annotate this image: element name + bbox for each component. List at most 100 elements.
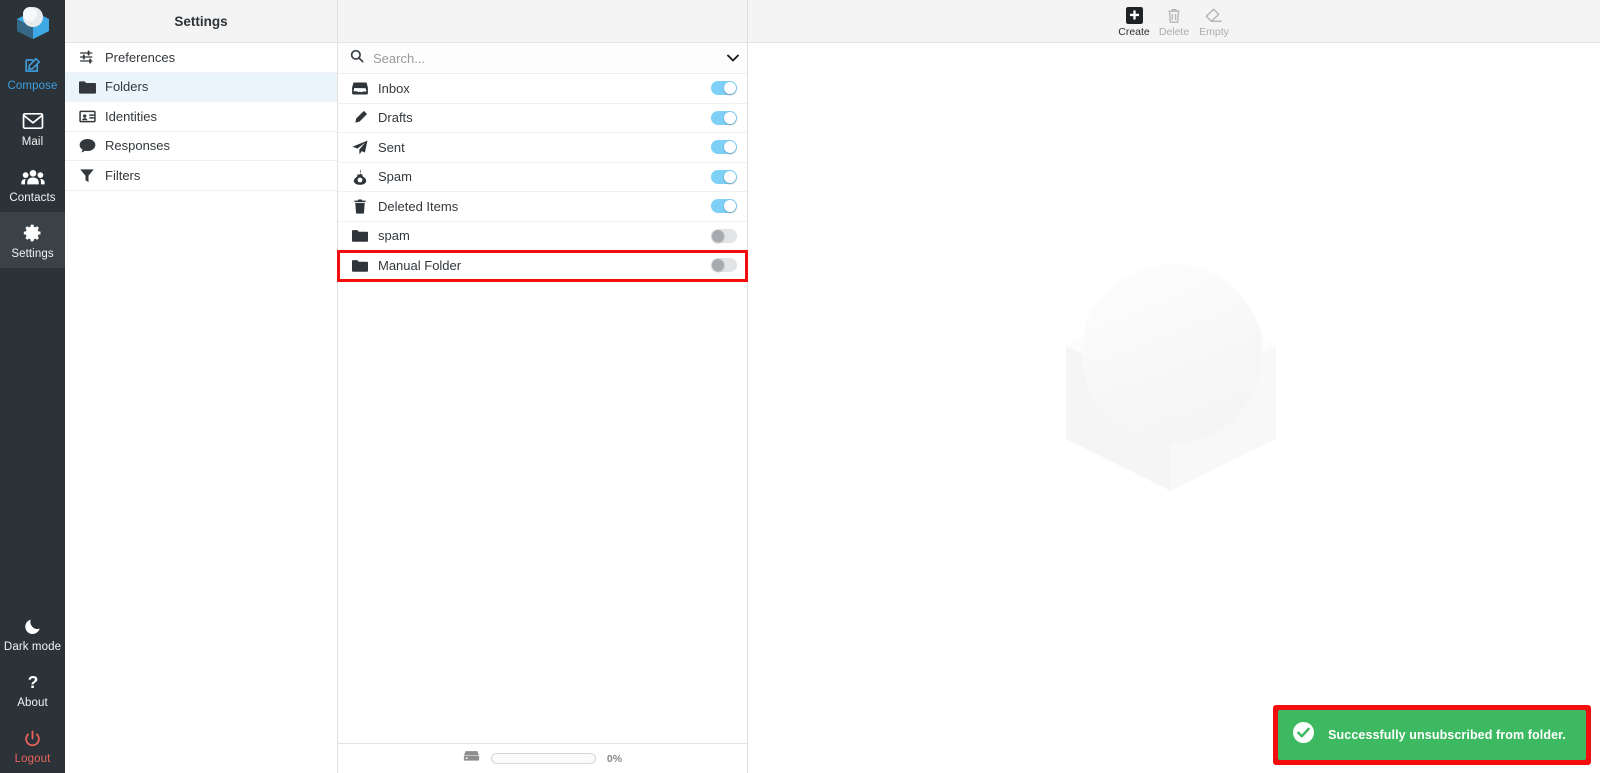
folder-row-deleted-items[interactable]: Deleted Items [338,192,747,222]
taskbar-item-mail[interactable]: Mail [0,100,65,156]
delete-button[interactable]: Delete [1154,4,1194,38]
folder-subscribe-toggle-spam-system[interactable] [711,170,737,184]
funnel-icon [78,168,96,183]
quota-progress-bar [491,753,596,764]
empty-button[interactable]: Empty [1194,4,1234,38]
folders-panel: Inbox Drafts Sent [338,0,748,773]
sidebar-label-responses: Responses [105,138,170,153]
folder-label-spam: spam [378,228,701,243]
taskbar-label-contacts: Contacts [9,192,55,205]
sliders-icon [78,49,96,65]
plus-box-icon [1126,6,1143,25]
folders-panel-header [338,0,747,43]
sidebar-label-preferences: Preferences [105,50,175,65]
chevron-down-icon[interactable] [727,49,739,67]
quota-status-bar: 0% [338,743,747,773]
taskbar-label-dark-mode: Dark mode [4,641,61,654]
notification-toast-highlight: Successfully unsubscribed from folder. [1273,705,1591,765]
sidebar-label-folders: Folders [105,79,148,94]
delete-button-label: Delete [1159,26,1189,38]
folder-icon [352,229,368,242]
mail-icon [22,109,44,133]
trash-icon [1167,6,1181,25]
check-circle-icon [1292,721,1315,749]
empty-box-watermark [1036,246,1306,501]
folder-search-row [338,43,747,74]
folder-subscribe-toggle-inbox[interactable] [711,81,737,95]
folder-row-manual-folder[interactable]: Manual Folder [338,251,747,281]
taskbar-label-about: About [17,697,48,710]
empty-button-label: Empty [1199,26,1229,38]
folder-label-manual-folder: Manual Folder [378,258,701,273]
inbox-icon [352,82,368,95]
taskbar-item-logout[interactable]: Logout [0,717,65,773]
notification-toast[interactable]: Successfully unsubscribed from folder. [1278,710,1586,760]
gear-icon [23,221,43,245]
question-icon: ? [23,670,43,694]
folder-subscribe-toggle-sent[interactable] [711,140,737,154]
power-icon [23,726,42,750]
taskbar-item-compose[interactable]: Compose [0,44,65,100]
svg-text:?: ? [27,672,38,692]
page-title: Settings [174,14,227,29]
create-button-label: Create [1118,26,1150,38]
disk-icon [463,750,480,768]
main-content: Create Delete [748,0,1600,773]
taskbar-label-compose: Compose [8,80,58,93]
eraser-icon [1205,6,1223,25]
sidebar-item-responses[interactable]: Responses [65,132,337,162]
folder-row-spam[interactable]: spam [338,222,747,252]
settings-menu-list: Preferences Folders [65,43,337,191]
trash-icon [352,199,368,214]
folder-subscribe-toggle-drafts[interactable] [711,111,737,125]
folder-label-drafts: Drafts [378,110,701,125]
sidebar-label-identities: Identities [105,109,157,124]
folder-subscribe-toggle-spam[interactable] [711,229,737,243]
roundcube-logo [0,0,65,44]
compose-icon [23,53,42,77]
folder-label-deleted-items: Deleted Items [378,199,701,214]
taskbar-label-logout: Logout [15,753,51,766]
contacts-icon [21,165,45,189]
folder-label-inbox: Inbox [378,81,701,96]
folder-actions-toolbar: Create Delete [748,0,1600,43]
taskbar-item-dark-mode[interactable]: Dark mode [0,605,65,661]
folder-row-sent[interactable]: Sent [338,133,747,163]
taskbar-label-settings: Settings [11,248,53,261]
folder-label-spam-system: Spam [378,169,701,184]
taskbar-label-mail: Mail [22,136,44,149]
notification-toast-message: Successfully unsubscribed from folder. [1328,728,1566,742]
folder-label-sent: Sent [378,140,701,155]
moon-icon [23,614,43,638]
taskbar-item-settings[interactable]: Settings [0,212,65,268]
quota-percent-label: 0% [607,753,622,765]
folder-row-inbox[interactable]: Inbox [338,74,747,104]
create-button[interactable]: Create [1114,4,1154,38]
taskbar-item-about[interactable]: ? About [0,661,65,717]
sidebar-item-filters[interactable]: Filters [65,161,337,191]
folder-row-drafts[interactable]: Drafts [338,104,747,134]
sidebar-item-identities[interactable]: Identities [65,102,337,132]
taskbar: Compose Mail C [0,0,65,773]
pencil-icon [352,110,368,125]
sidebar-label-filters: Filters [105,168,140,183]
sidebar-item-preferences[interactable]: Preferences [65,43,337,73]
app-root: Compose Mail C [0,0,1600,773]
search-icon [350,49,364,68]
taskbar-item-contacts[interactable]: Contacts [0,156,65,212]
identity-card-icon [78,110,96,123]
speech-bubble-icon [78,138,96,153]
folder-icon [78,80,96,94]
folder-icon [352,259,368,272]
folder-subscribe-toggle-manual-folder[interactable] [711,258,737,272]
send-icon [352,140,368,155]
fire-icon [352,169,368,185]
settings-panel-header: Settings [65,0,337,43]
sidebar-item-folders[interactable]: Folders [65,73,337,103]
settings-menu-panel: Settings Preferences Folders [65,0,338,773]
folder-row-spam-system[interactable]: Spam [338,163,747,193]
folder-list: Inbox Drafts Sent [338,74,747,743]
search-input[interactable] [373,51,718,66]
main-empty-state [748,43,1600,773]
folder-subscribe-toggle-deleted-items[interactable] [711,199,737,213]
